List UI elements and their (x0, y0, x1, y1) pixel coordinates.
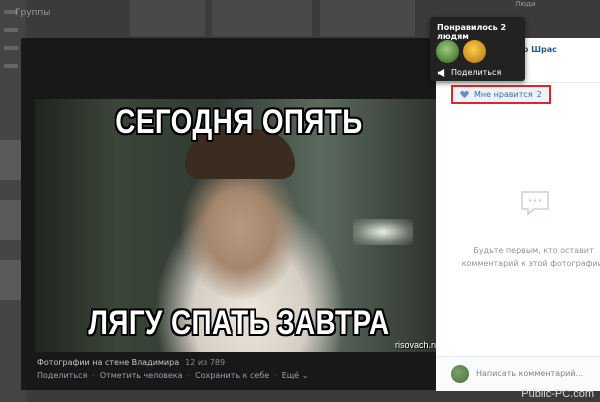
tooltip-share[interactable]: Поделиться (437, 68, 501, 77)
background-thumbnail (0, 200, 22, 240)
background-groups-label: Группы (15, 8, 51, 18)
meme-top-text: СЕГОДНЯ ОПЯТЬ (115, 103, 363, 141)
likes-tooltip-title[interactable]: Понравилось 2 людям (437, 23, 525, 41)
background-menu-item (4, 28, 18, 32)
comment-input[interactable]: Написать комментарий... (476, 369, 583, 378)
like-label: Мне нравится (474, 90, 533, 99)
separator: · (274, 371, 277, 380)
megaphone-icon (437, 68, 445, 77)
background-thumbnail (0, 260, 22, 300)
photo-counter: 12 из 789 (185, 358, 226, 367)
more-link[interactable]: Ещё ⌄ (282, 371, 309, 380)
info-sidebar: Владимир Шрас 2017 Мне нравится 2 Будьте… (436, 38, 600, 391)
share-link[interactable]: Поделиться (37, 371, 87, 380)
photo-watermark: risovach.ru (394, 340, 439, 350)
background-photo-tile (320, 0, 415, 36)
like-button[interactable]: Мне нравится 2 (451, 85, 551, 104)
like-count: 2 (536, 90, 542, 99)
photo-caption: Фотографии на стене Владимира 12 из 789 (37, 358, 225, 367)
background-photo-tile (212, 0, 312, 36)
liker-avatar[interactable] (463, 40, 486, 63)
save-link[interactable]: Сохранить к себе (195, 371, 269, 380)
tooltip-share-label: Поделиться (451, 68, 502, 77)
liker-avatar[interactable] (436, 40, 459, 63)
separator: · (187, 371, 191, 380)
comment-icon (521, 191, 549, 216)
heart-icon (460, 90, 469, 99)
background-menu-item (4, 64, 18, 68)
comment-bar: Написать комментарий... (436, 356, 600, 391)
meme-bottom-text: ЛЯГУ СПАТЬ ЗАВТРА (88, 304, 390, 342)
empty-comments-text: Будьте первым, кто оставит комментарий к… (461, 246, 600, 268)
background-people-label: Люди (515, 0, 536, 8)
photo-actions: Поделиться · Отметить человека · Сохранить к… (37, 371, 308, 380)
background-menu-item (4, 46, 18, 50)
site-watermark: Public-PC.com (521, 388, 594, 400)
likes-tooltip: Понравилось 2 людям Поделиться (430, 17, 525, 81)
avatar (451, 365, 469, 383)
photo-viewer: СЕГОДНЯ ОПЯТЬ ЛЯГУ СПАТЬ ЗАВТРА risovach… (21, 38, 600, 391)
background-thumbnail (0, 140, 22, 180)
photo-pane[interactable]: СЕГОДНЯ ОПЯТЬ ЛЯГУ СПАТЬ ЗАВТРА risovach… (21, 38, 443, 390)
tag-person-link[interactable]: Отметить человека (100, 371, 183, 380)
more-label: Ещё (281, 371, 300, 380)
album-title[interactable]: Фотографии на стене Владимира (37, 358, 179, 367)
background-photo-tile (130, 0, 205, 36)
chevron-down-icon: ⌄ (301, 371, 309, 380)
meme-photo[interactable]: СЕГОДНЯ ОПЯТЬ ЛЯГУ СПАТЬ ЗАВТРА risovach… (35, 99, 443, 352)
separator: · (92, 371, 95, 380)
